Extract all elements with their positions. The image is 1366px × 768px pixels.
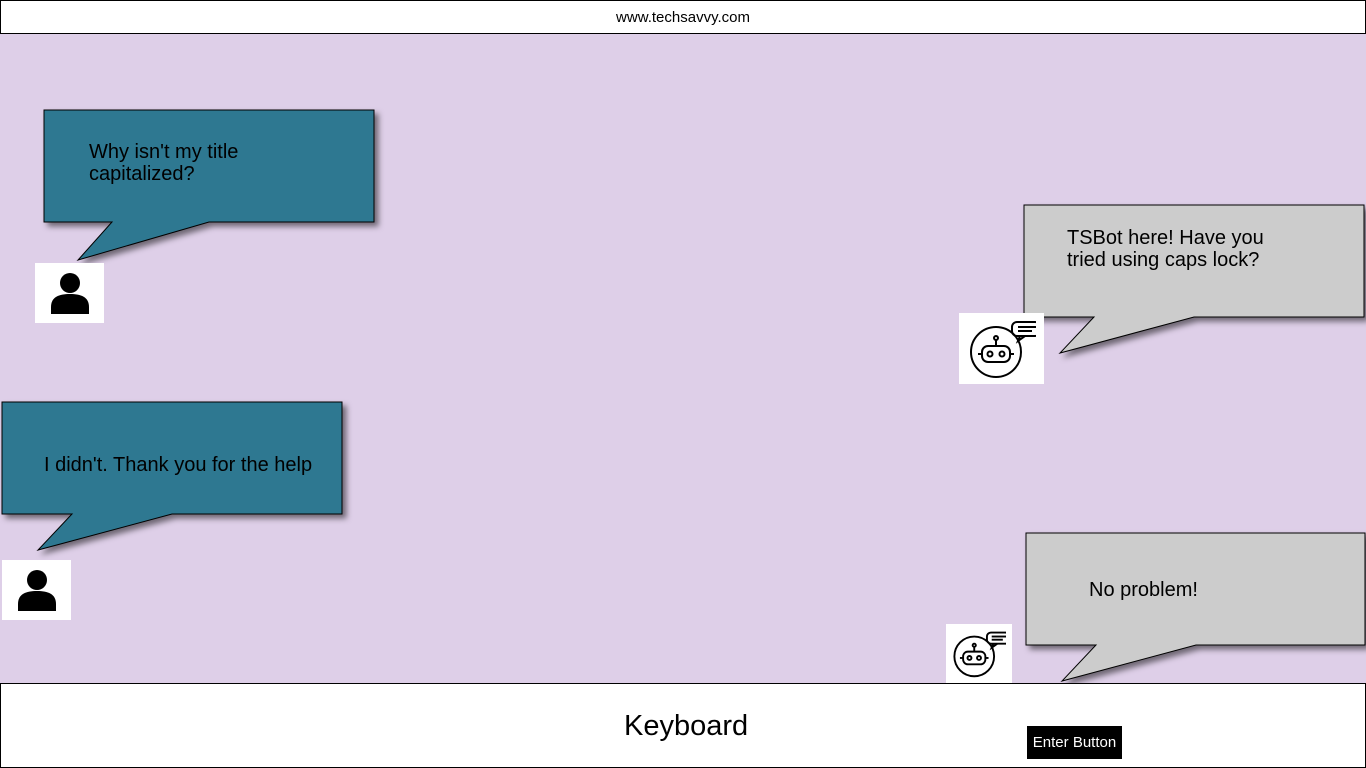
user-message-bubble: Why isn't my title capitalized?: [43, 109, 375, 261]
user-message-bubble: I didn't. Thank you for the help: [1, 401, 343, 552]
chat-area: Why isn't my title capitalized? TSBot he…: [0, 34, 1366, 684]
user-silhouette-icon: [17, 570, 56, 611]
message-text: No problem!: [1089, 579, 1198, 601]
bot-avatar: [959, 313, 1044, 384]
user-avatar: [2, 560, 71, 620]
user-silhouette-icon: [50, 273, 89, 314]
bot-avatar: [946, 624, 1012, 683]
bot-message-bubble: TSBot here! Have you tried using caps lo…: [1023, 204, 1365, 355]
message-text: I didn't. Thank you for the help: [44, 454, 313, 476]
url-text: www.techsavvy.com: [616, 8, 750, 26]
message-text: Why isn't my title capitalized?: [89, 141, 239, 185]
robot-chat-icon: [969, 320, 1036, 378]
message-text: TSBot here! Have you tried using caps lo…: [1067, 227, 1264, 271]
bubble-shape: [1025, 532, 1366, 682]
user-avatar: [35, 263, 104, 323]
keyboard-label: Keyboard: [624, 710, 749, 742]
enter-button[interactable]: Enter Button: [1027, 726, 1122, 759]
robot-chat-icon: [953, 631, 1006, 677]
keyboard-panel[interactable]: Keyboard Enter Button: [0, 683, 1366, 768]
bubble-shape: [43, 109, 375, 261]
address-bar[interactable]: www.techsavvy.com: [0, 0, 1366, 34]
bubble-shape: [1, 401, 343, 551]
bot-message-bubble: No problem!: [1025, 532, 1366, 683]
